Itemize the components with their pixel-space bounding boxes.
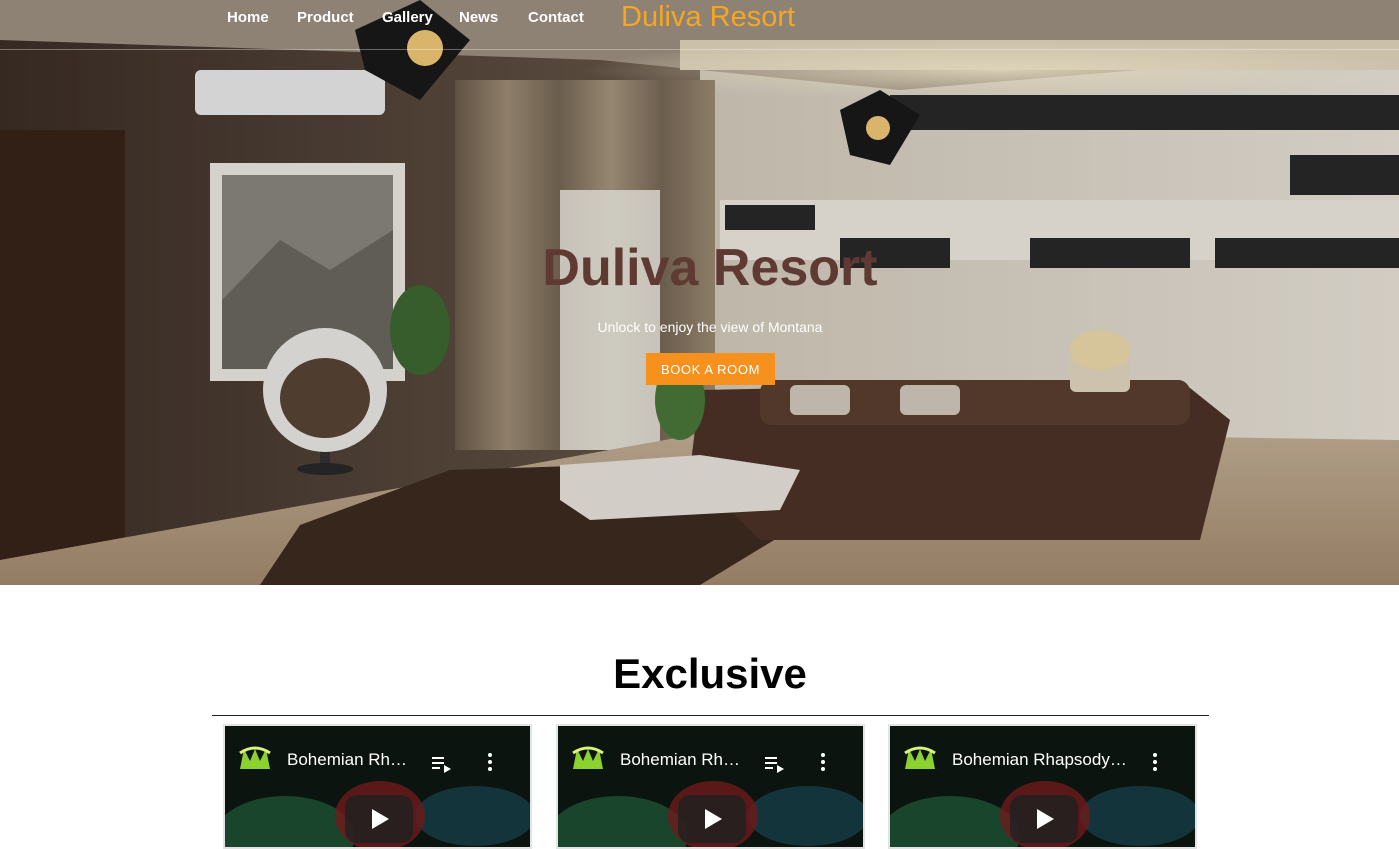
hero-title: Duliva Resort xyxy=(542,239,878,297)
section-title-exclusive: Exclusive xyxy=(613,650,807,697)
video-title[interactable]: Bohemian Rhapsody… xyxy=(952,750,1137,770)
nav-news-link[interactable]: News xyxy=(459,9,498,26)
play-icon[interactable] xyxy=(1010,795,1078,843)
more-vert-icon[interactable] xyxy=(486,752,494,772)
top-navbar: Home Product Gallery News Contact Duliva… xyxy=(0,0,1399,50)
channel-logo-icon[interactable] xyxy=(238,745,272,771)
nav-contact-link[interactable]: Contact xyxy=(528,9,584,26)
more-vert-icon[interactable] xyxy=(819,752,827,772)
video-title[interactable]: Bohemian Rh… xyxy=(620,750,750,770)
brand-logo-text[interactable]: Duliva Resort xyxy=(621,0,795,34)
channel-logo-icon[interactable] xyxy=(903,745,937,771)
video-embed-1[interactable]: Bohemian Rh… xyxy=(223,724,532,849)
video-embed-2[interactable]: Bohemian Rh… xyxy=(556,724,865,849)
more-vert-icon[interactable] xyxy=(1151,752,1159,772)
play-icon[interactable] xyxy=(678,795,746,843)
hero-section: Home Product Gallery News Contact Duliva… xyxy=(0,0,1399,585)
nav-gallery-link[interactable]: Gallery xyxy=(382,9,433,26)
book-room-button[interactable]: BOOK A ROOM xyxy=(646,353,775,385)
nav-home-link[interactable]: Home xyxy=(227,9,269,26)
queue-icon[interactable] xyxy=(431,754,453,774)
channel-logo-icon[interactable] xyxy=(571,745,605,771)
video-title[interactable]: Bohemian Rh… xyxy=(287,750,417,770)
video-embed-3[interactable]: Bohemian Rhapsody… xyxy=(888,724,1197,849)
queue-icon[interactable] xyxy=(764,754,786,774)
section-divider xyxy=(212,715,1209,716)
nav-product-link[interactable]: Product xyxy=(297,9,354,26)
hero-subtitle: Unlock to enjoy the view of Montana xyxy=(597,319,823,335)
play-icon[interactable] xyxy=(345,795,413,843)
